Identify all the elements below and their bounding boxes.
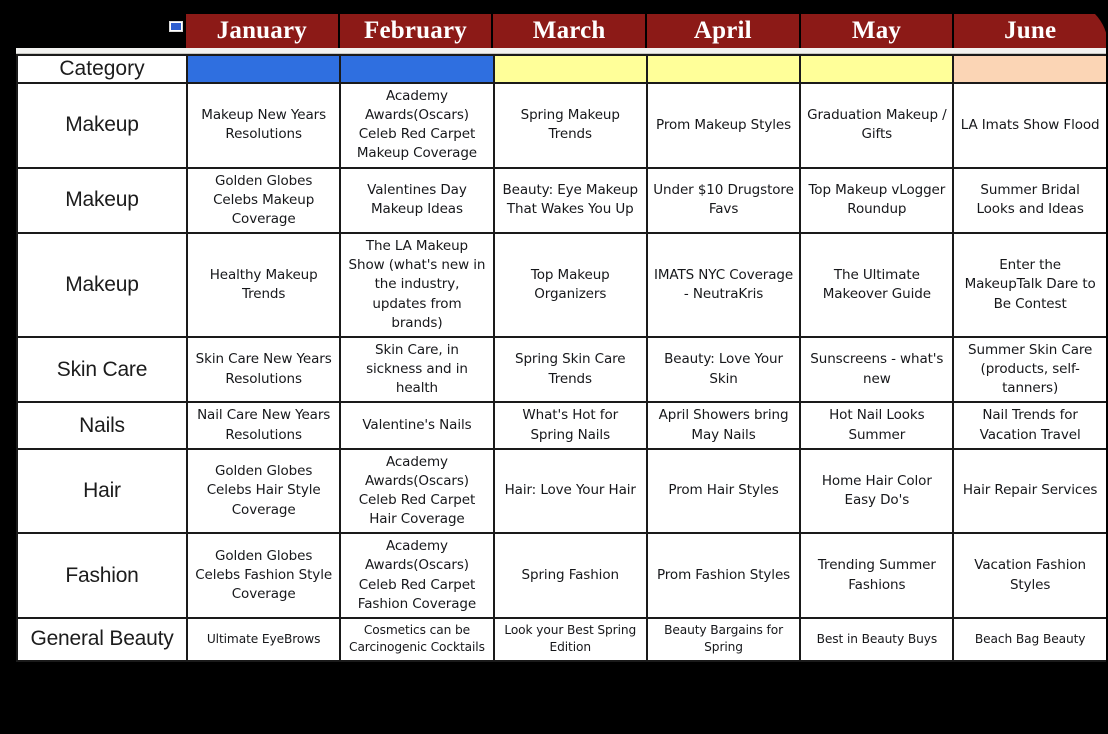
topic-cell[interactable]: The LA Makeup Show (what's new in the in…	[339, 232, 495, 338]
month-color-swatch-5[interactable]	[799, 54, 955, 84]
topic-cell[interactable]: Graduation Makeup / Gifts	[799, 82, 955, 169]
month-header-may[interactable]: May	[800, 14, 955, 48]
topic-cell[interactable]: Hair Repair Services	[952, 447, 1106, 535]
topic-cell[interactable]: Spring Skin Care Trends	[492, 335, 648, 404]
topic-cell[interactable]: Beauty: Eye Makeup That Wakes You Up	[492, 166, 648, 235]
topic-cell[interactable]: Prom Makeup Styles	[645, 82, 802, 169]
topic-cell[interactable]: Top Makeup vLogger Roundup	[799, 166, 955, 235]
table-row: Makeup Healthy Makeup Trends The LA Makeup…	[16, 232, 1106, 338]
category-column-header: Category	[16, 54, 188, 84]
month-color-swatch-2[interactable]	[339, 54, 495, 84]
editorial-calendar-table: Category Makeup Makeup New Years Resolutio…	[16, 54, 1106, 662]
month-header-june[interactable]: June	[954, 14, 1106, 48]
topic-cell[interactable]: Under $10 Drugstore Favs	[645, 166, 802, 235]
topic-cell[interactable]: Trending Summer Fashions	[799, 532, 955, 619]
category-cell[interactable]: Makeup	[16, 82, 188, 169]
topic-cell[interactable]: The Ultimate Makeover Guide	[799, 232, 955, 338]
topic-cell[interactable]: Hair: Love Your Hair	[492, 447, 648, 535]
table-row: Makeup Makeup New Years Resolutions Academ…	[16, 82, 1106, 169]
topic-cell[interactable]: Enter the MakeupTalk Dare to Be Contest	[952, 232, 1106, 338]
category-cell[interactable]: Nails	[16, 401, 188, 450]
cell-marker-icon	[169, 21, 183, 32]
topic-cell[interactable]: Golden Globes Celebs Hair Style Coverage	[185, 447, 342, 535]
topic-cell[interactable]: Look your Best Spring Edition	[492, 616, 648, 662]
swatch-fill	[189, 57, 339, 81]
topic-cell[interactable]: Hot Nail Looks Summer	[799, 401, 955, 450]
black-backdrop: January February March April May June Ca…	[0, 0, 1108, 734]
topic-cell[interactable]: Home Hair Color Easy Do's	[799, 447, 955, 535]
table-row: Nails Nail Care New Years Resolutions Vale…	[16, 401, 1106, 450]
month-color-swatch-1[interactable]	[185, 54, 342, 84]
topic-cell[interactable]: Academy Awards(Oscars) Celeb Red Carpet …	[339, 532, 495, 619]
table-row: General Beauty Ultimate EyeBrows Cosmetics…	[16, 616, 1106, 662]
topic-cell[interactable]: What's Hot for Spring Nails	[492, 401, 648, 450]
topic-cell[interactable]: Valentine's Nails	[339, 401, 495, 450]
header-spacer	[16, 14, 186, 48]
month-header-april[interactable]: April	[647, 14, 801, 48]
month-header-february[interactable]: February	[339, 14, 494, 48]
swatch-fill	[648, 57, 799, 81]
topic-cell[interactable]: Nail Trends for Vacation Travel	[952, 401, 1106, 450]
topic-cell[interactable]: Skin Care New Years Resolutions	[185, 335, 342, 404]
topic-cell[interactable]: IMATS NYC Coverage - NeutraKris	[645, 232, 802, 338]
topic-cell[interactable]: Sunscreens - what's new	[799, 335, 955, 404]
topic-cell[interactable]: Vacation Fashion Styles	[952, 532, 1106, 619]
topic-cell[interactable]: Academy Awards(Oscars) Celeb Red Carpet …	[339, 447, 495, 535]
topic-cell[interactable]: Beach Bag Beauty	[952, 616, 1106, 662]
topic-cell[interactable]: Spring Fashion	[492, 532, 648, 619]
table-row: Hair Golden Globes Celebs Hair Style Cove…	[16, 447, 1106, 535]
category-cell[interactable]: Makeup	[16, 166, 188, 235]
topic-cell[interactable]: Academy Awards(Oscars) Celeb Red Carpet …	[339, 82, 495, 169]
table-row: Fashion Golden Globes Celebs Fashion Styl…	[16, 532, 1106, 619]
spreadsheet-sheet: January February March April May June Ca…	[16, 14, 1106, 684]
category-cell[interactable]: General Beauty	[16, 616, 188, 662]
topic-cell[interactable]: LA Imats Show Flood	[952, 82, 1106, 169]
topic-cell[interactable]: Golden Globes Celebs Fashion Style Cover…	[185, 532, 342, 619]
month-header-march[interactable]: March	[493, 14, 648, 48]
topic-cell[interactable]: Skin Care, in sickness and in health	[339, 335, 495, 404]
swatch-fill	[495, 57, 645, 81]
category-cell[interactable]: Hair	[16, 447, 188, 535]
topic-cell[interactable]: Beauty Bargains for Spring	[645, 616, 802, 662]
topic-cell[interactable]: Nail Care New Years Resolutions	[185, 401, 342, 450]
topic-cell[interactable]: Best in Beauty Buys	[799, 616, 955, 662]
topic-cell[interactable]: Valentines Day Makeup Ideas	[339, 166, 495, 235]
swatch-fill	[342, 57, 492, 81]
table-row: Skin Care Skin Care New Years Resolutions…	[16, 335, 1106, 404]
category-cell[interactable]: Fashion	[16, 532, 188, 619]
topic-cell[interactable]: Top Makeup Organizers	[492, 232, 648, 338]
topic-cell[interactable]: Golden Globes Celebs Makeup Coverage	[185, 166, 342, 235]
topic-cell[interactable]: April Showers bring May Nails	[645, 401, 802, 450]
topic-cell[interactable]: Ultimate EyeBrows	[185, 616, 342, 662]
category-swatch-row: Category	[16, 54, 1106, 84]
topic-cell[interactable]: Cosmetics can be Carcinogenic Cocktails	[339, 616, 495, 662]
month-color-swatch-4[interactable]	[645, 54, 802, 84]
category-cell[interactable]: Skin Care	[16, 335, 188, 404]
category-cell[interactable]: Makeup	[16, 232, 188, 338]
topic-cell[interactable]: Summer Bridal Looks and Ideas	[952, 166, 1106, 235]
topic-cell[interactable]: Summer Skin Care (products, self-tanners…	[952, 335, 1106, 404]
swatch-fill	[955, 57, 1105, 81]
month-color-swatch-6[interactable]	[952, 54, 1106, 84]
swatch-fill	[802, 57, 952, 81]
topic-cell[interactable]: Healthy Makeup Trends	[185, 232, 342, 338]
topic-cell[interactable]: Spring Makeup Trends	[492, 82, 648, 169]
month-color-swatch-3[interactable]	[492, 54, 648, 84]
topic-cell[interactable]: Beauty: Love Your Skin	[645, 335, 802, 404]
topic-cell[interactable]: Prom Hair Styles	[645, 447, 802, 535]
topic-cell[interactable]: Prom Fashion Styles	[645, 532, 802, 619]
month-header-january[interactable]: January	[186, 14, 340, 48]
topic-cell[interactable]: Makeup New Years Resolutions	[185, 82, 342, 169]
month-header-row: January February March April May June	[16, 14, 1106, 48]
table-row: Makeup Golden Globes Celebs Makeup Covera…	[16, 166, 1106, 235]
